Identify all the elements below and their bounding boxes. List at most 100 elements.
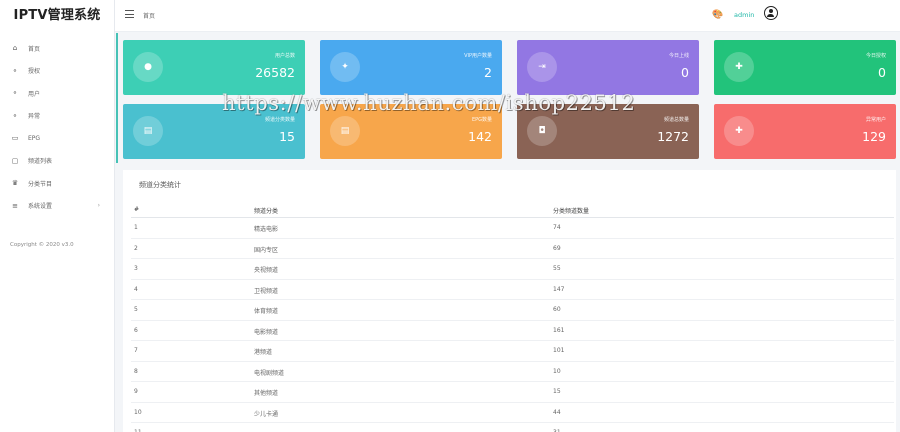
channel-count: 101: [553, 347, 565, 354]
sidebar-item-label: 用户: [28, 90, 41, 98]
row-index: 10: [134, 408, 142, 416]
tv-icon: ▤: [133, 116, 163, 146]
table-row: 4 卫视频道 147: [131, 280, 894, 300]
stat-value: 1272: [657, 129, 689, 144]
channel-count: 69: [553, 244, 561, 252]
tv-icon: ▤: [330, 116, 360, 146]
breadcrumb[interactable]: 首页: [143, 11, 155, 20]
category-name: 电视剧频道: [254, 369, 285, 377]
panel-title: 频道分类统计: [139, 181, 181, 189]
category-table: # 频道分类 分类频道数量 1 精选电影 74 2 国内专区 69 3 央视频道…: [131, 200, 894, 432]
column-header: 分类频道数量: [553, 208, 590, 215]
category-name: 央视频道: [254, 267, 279, 274]
sidebar-item-label: 授权: [28, 68, 41, 76]
stat-value: 15: [279, 129, 295, 144]
avatar[interactable]: [764, 6, 778, 20]
user-group-icon: ✦: [330, 52, 360, 82]
chevron-right-icon: ›: [97, 201, 100, 209]
stat-card-vip-users: ✦ VIP用户数量 2: [320, 40, 502, 95]
stat-card-total-users: ● 用户总数 26582: [123, 40, 305, 95]
sidebar-item-channel-list[interactable]: ▢ 频道列表: [0, 150, 114, 173]
category-name: 精选电影: [254, 226, 279, 233]
table-row: 11 31: [131, 423, 894, 432]
table-row: 5 体育频道 60: [131, 300, 894, 321]
category-name: 体育频道: [254, 308, 279, 315]
sidebar-item-epg[interactable]: ▭ EPG: [0, 127, 114, 150]
sidebar-nav: ⌂ 首页 ⚬ 授权 ⚬ 用户 ⚬ 异常 ▭ EPG ▢ 频道列表 ♛ 分类节目 …: [0, 37, 114, 217]
home-icon: ⌂: [12, 44, 18, 53]
category-name: 其他频道: [254, 390, 279, 397]
table-row: 8 电视剧频道 10: [131, 362, 894, 382]
table-row: 3 央视频道 55: [131, 259, 894, 280]
row-index: 6: [134, 326, 138, 334]
accent-bar: [116, 33, 118, 163]
menu-toggle-icon[interactable]: [125, 10, 134, 18]
row-index: 5: [134, 306, 138, 313]
table-row: 6 电影频道 161: [131, 321, 894, 341]
camera-icon: ◘: [527, 116, 557, 146]
category-name: 港频道: [254, 349, 273, 356]
sidebar-item-users[interactable]: ⚬ 用户: [0, 82, 114, 105]
sidebar-item-home[interactable]: ⌂ 首页: [0, 37, 114, 60]
channel-count: 60: [553, 306, 561, 313]
row-index: 8: [134, 367, 138, 375]
stat-value: 26582: [255, 65, 295, 80]
menu-icon: ≡: [12, 201, 18, 210]
user-plus-icon: ⚬: [12, 66, 18, 75]
palette-icon[interactable]: 🎨: [712, 10, 723, 20]
stat-label: 今日授权: [865, 53, 886, 59]
channel-count: 147: [553, 285, 565, 293]
column-header: 频道分类: [254, 208, 279, 215]
sidebar-item-label: 分类节目: [28, 180, 53, 188]
category-stats-panel: 频道分类统计 # 频道分类 分类频道数量 1 精选电影 74 2 国内专区 69…: [123, 170, 896, 432]
table-row: 9 其他频道 15: [131, 382, 894, 403]
category-name: 电影频道: [254, 328, 279, 336]
stat-value: 129: [862, 129, 886, 144]
sidebar-item-label: 首页: [28, 45, 41, 53]
stat-value: 0: [681, 65, 689, 80]
sidebar-item-label: 系统设置: [28, 203, 53, 211]
column-header: #: [134, 206, 140, 213]
row-index: 1: [134, 224, 138, 231]
table-row: 1 精选电影 74: [131, 218, 894, 239]
topbar: 首页: [115, 0, 900, 32]
tv-icon: ▭: [11, 134, 19, 143]
sidebar-item-categories[interactable]: ♛ 分类节目: [0, 172, 114, 195]
login-icon: ⇥: [527, 52, 557, 82]
channel-count: 161: [553, 326, 565, 334]
sidebar-item-settings[interactable]: ≡ 系统设置 ›: [0, 195, 114, 218]
stat-card-abnormal-users: ✚ 异常用户 129: [714, 104, 896, 159]
sidebar-item-label: 频道列表: [28, 158, 53, 166]
sidebar-item-authorize[interactable]: ⚬ 授权: [0, 60, 114, 83]
crown-icon: ♛: [11, 179, 19, 188]
stat-label: EPG数量: [471, 117, 492, 123]
stat-label: 频道总数量: [663, 117, 689, 123]
sidebar-item-abnormal[interactable]: ⚬ 异常: [0, 105, 114, 128]
row-index: 9: [134, 388, 138, 395]
channel-count: 74: [553, 224, 561, 231]
stat-card-authorized-today: ✚ 今日授权 0: [714, 40, 896, 95]
channel-count: 10: [553, 367, 561, 375]
row-index: 3: [134, 265, 138, 272]
row-index: 7: [134, 347, 138, 354]
user-name[interactable]: admin: [734, 11, 754, 19]
user-alert-icon: ⚬: [12, 111, 18, 120]
app-title: IPTV管理系统: [13, 8, 101, 23]
user-icon: ●: [133, 52, 163, 82]
stat-value: 0: [878, 65, 886, 80]
stat-card-online-today: ⇥ 今日上线 0: [517, 40, 699, 95]
sidebar-item-label: EPG: [28, 134, 41, 142]
user-icon: ⚬: [12, 89, 18, 98]
category-name: 卫视频道: [254, 287, 279, 295]
sidebar: IPTV管理系统 ⌂ 首页 ⚬ 授权 ⚬ 用户 ⚬ 异常 ▭ EPG ▢ 频道列…: [0, 0, 115, 432]
stat-label: 频道分类数量: [264, 117, 295, 123]
watermark: https://www.huzhan.com/ishop22512: [222, 91, 636, 115]
user-plus-icon: ✚: [724, 52, 754, 82]
copyright: Copyright © 2020 v3.0: [10, 242, 74, 248]
stat-label: 今日上线: [668, 53, 689, 59]
row-index: 4: [134, 285, 138, 293]
table-row: 10 少儿卡通 44: [131, 403, 894, 423]
stat-value: 142: [468, 129, 492, 144]
table-header: # 频道分类 分类频道数量: [131, 200, 894, 218]
channel-count: 55: [553, 265, 561, 272]
